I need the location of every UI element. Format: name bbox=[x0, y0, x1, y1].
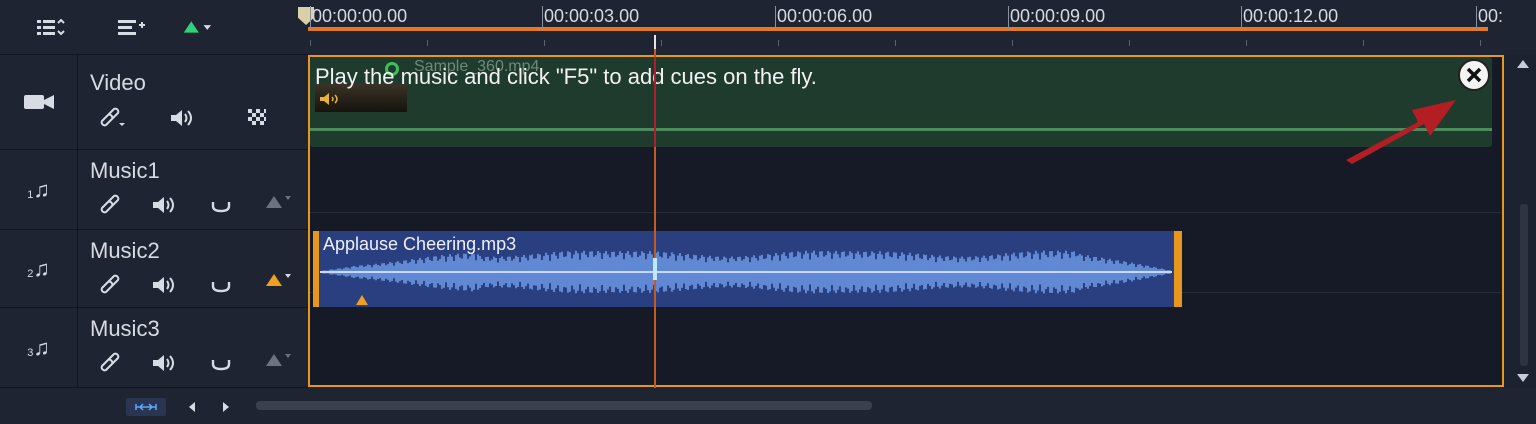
clip-trim-handle-left[interactable] bbox=[313, 231, 319, 307]
track-header-video: Video bbox=[0, 55, 308, 150]
vertical-scroll-thumb[interactable] bbox=[1520, 204, 1528, 366]
ruler-tick-label: 00:00:12.00 bbox=[1243, 6, 1339, 26]
ruler-tick-label: 00:00:00.00 bbox=[312, 6, 408, 26]
ruler-minor-tick bbox=[1480, 40, 1481, 46]
ruler-tick-label: 00: bbox=[1478, 6, 1504, 26]
ruler-tick bbox=[1476, 6, 1477, 30]
scroll-down-icon[interactable] bbox=[1517, 374, 1529, 382]
chevron-left-icon bbox=[189, 402, 195, 412]
video-track-icon bbox=[0, 55, 78, 149]
ruler-minor-tick bbox=[1246, 40, 1247, 46]
playhead-handle[interactable] bbox=[654, 35, 656, 49]
link-icon[interactable] bbox=[98, 194, 120, 221]
ruler-tick bbox=[542, 6, 543, 30]
ruler-minor-tick bbox=[1129, 40, 1130, 46]
chevron-right-icon bbox=[223, 402, 229, 412]
scroll-up-icon[interactable] bbox=[1517, 60, 1529, 68]
zoom-fit-icon bbox=[135, 403, 157, 411]
ruler-tick bbox=[1008, 6, 1009, 30]
link-icon[interactable] bbox=[98, 107, 126, 134]
ruler-minor-tick bbox=[778, 40, 779, 46]
horizontal-scrollbar[interactable] bbox=[256, 401, 872, 410]
add-track-icon[interactable] bbox=[114, 14, 146, 40]
music-track-icon: 2 ♫ bbox=[0, 230, 78, 307]
mute-icon[interactable] bbox=[150, 194, 178, 221]
track-header-music2: 2 ♫ Music2 bbox=[0, 230, 308, 308]
link-icon[interactable] bbox=[98, 274, 120, 301]
track-manager-icon[interactable] bbox=[34, 14, 66, 40]
ruler-tick bbox=[1241, 6, 1242, 30]
ruler-minor-tick bbox=[895, 40, 896, 46]
zoom-to-fit-button[interactable] bbox=[126, 398, 166, 416]
mute-icon[interactable] bbox=[150, 352, 178, 379]
link-icon[interactable] bbox=[98, 352, 120, 379]
cue-triangle-icon[interactable] bbox=[264, 350, 294, 375]
track-header-music1: 1 ♫ Music1 bbox=[0, 150, 308, 230]
audio-ducking-icon[interactable] bbox=[210, 356, 232, 377]
track-name: Music2 bbox=[90, 238, 160, 263]
ruler-tick-label: 00:00:06.00 bbox=[777, 6, 873, 26]
track-name: Music3 bbox=[90, 316, 160, 341]
audio-clip-filename: Applause Cheering.mp3 bbox=[323, 234, 517, 254]
ruler-tick bbox=[310, 6, 311, 30]
ruler-tick-label: 00:00:03.00 bbox=[544, 6, 640, 26]
track-separator bbox=[310, 212, 1502, 213]
transparency-icon[interactable] bbox=[246, 107, 268, 134]
track-name: Video bbox=[90, 70, 146, 95]
cue-triangle-icon[interactable] bbox=[264, 270, 294, 295]
mute-icon[interactable] bbox=[168, 107, 196, 134]
ruler-minor-tick bbox=[661, 40, 662, 46]
ruler-tick bbox=[775, 6, 776, 30]
ruler-minor-tick bbox=[1012, 40, 1013, 46]
track-header-music3: 3 ♫ Music3 bbox=[0, 308, 308, 388]
music-track-icon: 3 ♫ bbox=[0, 308, 78, 387]
audio-ducking-icon[interactable] bbox=[210, 198, 232, 219]
ruler-minor-tick bbox=[1363, 40, 1364, 46]
cue-triangle-icon[interactable] bbox=[264, 192, 294, 217]
audio-ducking-icon[interactable] bbox=[210, 278, 232, 299]
playhead-audio-highlight bbox=[653, 258, 657, 280]
ruler-minor-tick bbox=[544, 40, 545, 46]
work-area-bar[interactable] bbox=[308, 27, 1488, 31]
cue-marker-icon[interactable] bbox=[356, 295, 368, 305]
ripple-editing-icon[interactable] bbox=[180, 14, 212, 40]
playhead-overlay bbox=[654, 57, 656, 147]
pointer-arrow-icon bbox=[1346, 100, 1456, 164]
clip-trim-handle-right[interactable] bbox=[1174, 231, 1182, 307]
mute-icon[interactable] bbox=[150, 274, 178, 301]
close-icon bbox=[1466, 67, 1482, 83]
track-name: Music1 bbox=[90, 158, 160, 183]
hint-message: Play the music and click "F5" to add cue… bbox=[315, 64, 817, 89]
ruler-minor-tick bbox=[310, 40, 311, 46]
video-volume-line[interactable] bbox=[310, 128, 1492, 131]
ruler-tick-label: 00:00:09.00 bbox=[1010, 6, 1106, 26]
scroll-right-button[interactable] bbox=[218, 398, 234, 416]
close-hint-button[interactable] bbox=[1458, 59, 1490, 91]
scroll-left-button[interactable] bbox=[184, 398, 200, 416]
ruler-minor-tick bbox=[427, 40, 428, 46]
music-track-icon: 1 ♫ bbox=[0, 150, 78, 229]
